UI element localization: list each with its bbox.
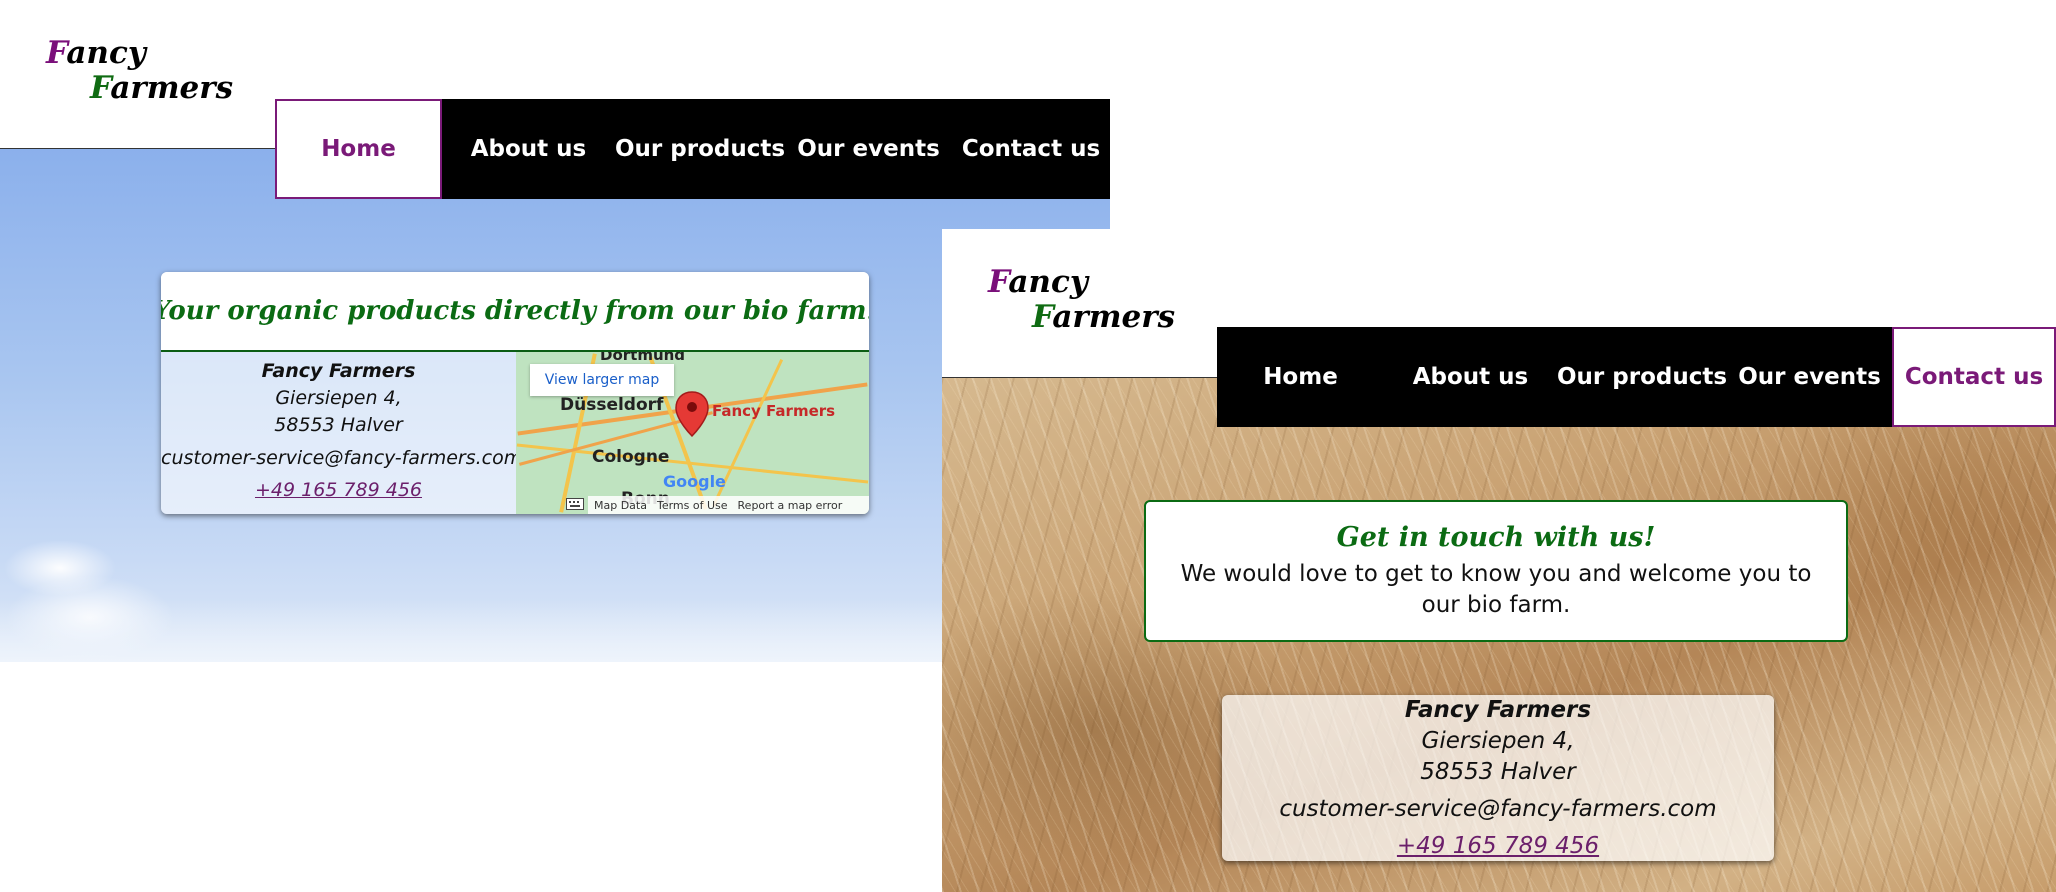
hero-title: Your organic products directly from our … — [161, 296, 869, 326]
map-pin-label: Fancy Farmers — [712, 402, 836, 420]
city-label-dusseldorf: Düsseldorf — [560, 395, 664, 415]
street: Giersiepen 4, — [1421, 728, 1575, 754]
city-label-cologne: Cologne — [592, 447, 670, 467]
company-name: Fancy Farmers — [1404, 697, 1592, 723]
nav-contact[interactable]: Contact us — [1892, 327, 2056, 427]
map-footer: Map Data Terms of Use Report a map error — [588, 496, 869, 514]
company-name: Fancy Farmers — [261, 360, 416, 382]
nav-events[interactable]: Our events — [785, 99, 952, 199]
nav-products[interactable]: Our products — [1557, 327, 1727, 427]
hero-card: Your organic products directly from our … — [161, 272, 869, 514]
address-card: Fancy Farmers Giersiepen 4, 58553 Halver… — [1222, 695, 1774, 861]
keyboard-icon[interactable] — [566, 498, 584, 510]
phone-link[interactable]: +49 165 789 456 — [1222, 831, 1774, 862]
street: Giersiepen 4, — [275, 387, 402, 409]
email: customer-service@fancy-farmers.com — [1279, 796, 1717, 822]
logo[interactable]: Fancy Farmers — [988, 267, 1175, 333]
main-nav: Home About us Our products Our events Co… — [275, 99, 1110, 199]
get-in-touch-card: Get in touch with us! We would love to g… — [1144, 500, 1848, 642]
logo[interactable]: Fancy Farmers — [46, 38, 233, 104]
contact-page-screenshot: Fancy Farmers Home About us Our products… — [942, 229, 2056, 892]
nav-home[interactable]: Home — [1217, 327, 1384, 427]
nav-events[interactable]: Our events — [1727, 327, 1892, 427]
main-nav: Home About us Our products Our events Co… — [1217, 327, 2056, 427]
nav-about[interactable]: About us — [1384, 327, 1557, 427]
map-data-link[interactable]: Map Data — [594, 499, 647, 512]
touch-title: Get in touch with us! — [1336, 522, 1656, 553]
terms-link[interactable]: Terms of Use — [657, 499, 728, 512]
address-block: Fancy Farmers Giersiepen 4, 58553 Halver… — [1222, 695, 1774, 862]
map-pin-icon[interactable] — [674, 390, 710, 438]
phone-link[interactable]: +49 165 789 456 — [161, 477, 516, 504]
city: 58553 Halver — [1420, 759, 1576, 785]
embedded-map[interactable]: Dortmund Düsseldorf Cologne Bonn View la… — [516, 352, 869, 514]
google-logo: Google — [663, 472, 726, 491]
nav-home[interactable]: Home — [275, 99, 442, 199]
city: 58553 Halver — [274, 414, 403, 436]
email: customer-service@fancy-farmers.com — [161, 447, 523, 469]
touch-text: We would love to get to know you and wel… — [1180, 561, 1812, 618]
city-label-dortmund: Dortmund — [600, 352, 686, 364]
view-larger-map-link[interactable]: View larger map — [530, 364, 674, 396]
nav-products[interactable]: Our products — [615, 99, 785, 199]
nav-contact[interactable]: Contact us — [952, 99, 1110, 199]
nav-about[interactable]: About us — [442, 99, 615, 199]
address-block: Fancy Farmers Giersiepen 4, 58553 Halver… — [161, 358, 523, 504]
report-error-link[interactable]: Report a map error — [738, 499, 843, 512]
